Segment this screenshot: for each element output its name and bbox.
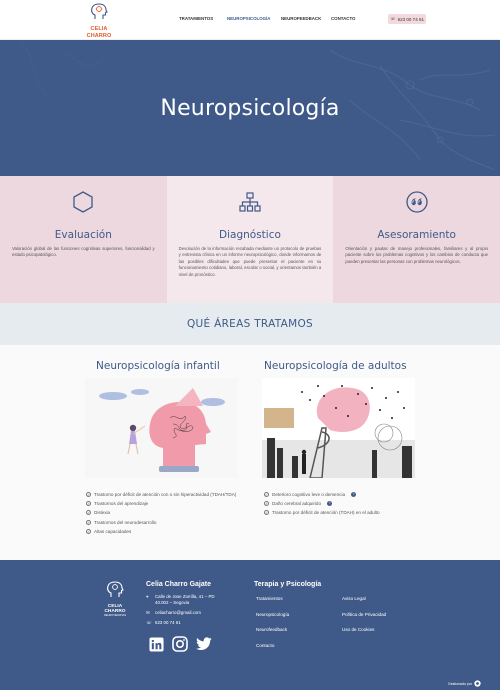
info-icon[interactable]: ? [327,501,333,507]
credit-logo-icon [474,680,481,687]
site-footer: CELIA CHARRO NEUROTERAPIAS Celia Charro … [0,560,500,690]
check-icon: ✓ [264,492,269,497]
infantil-illustration [85,378,238,478]
list-item: ✓ Trastornos del neurodesarrollo [86,519,157,525]
mail-icon: ✉ [146,610,150,615]
linkedin-icon[interactable] [148,636,164,652]
areas-heading-band: QUÉ ÁREAS TRATAMOS [0,303,500,345]
brain-head-icon [107,581,124,597]
info-icon[interactable]: ? [351,492,357,497]
location-icon: ⌖ [146,594,149,599]
infantil-title: Neuropsicología infantil [96,360,220,372]
service-evaluacion: Evaluación Valoración global de las func… [0,176,167,303]
list-item: ✓ Deterioro cognitivo leve o demencia? [264,492,357,497]
footer-section-title: Terapia y Psicología [254,581,322,588]
site-header: CELIA CHARRO NEUROTERAPIAS TRATAMIENTOS … [0,0,500,43]
service-asesoramiento: Asesoramiento Orientación y pautas de ma… [333,176,500,303]
list-item: ✓ Altas capacidades [86,528,132,534]
service-text: Valoración global de las funciones cogni… [12,246,155,258]
service-text: Devolución de la información recabada me… [178,246,322,277]
check-icon: ✓ [86,492,91,497]
list-item: ✓ Daño cerebral adquirido? [264,501,333,507]
footer-credit-badge[interactable]: Gestionado por [448,680,481,687]
footer-link-neurofeedback[interactable]: Neurofeedback [256,627,289,632]
infantil-list: ✓ Trastorno por déficit de atención con o… [86,492,256,538]
footer-address: ⌖ Calle de Jose Zorrilla, 41 – PD 40.002 –… [146,594,215,605]
check-icon: ✓ [86,501,91,507]
service-title: Diagnóstico [219,229,281,241]
footer-name: Celia Charro Gajate [146,581,211,588]
twitter-icon[interactable] [196,636,212,652]
phone-icon: ☏ [390,16,396,21]
brain-head-icon [91,3,108,19]
instagram-icon[interactable] [172,636,188,652]
services-section: Evaluación Valoración global de las func… [0,176,500,303]
footer-links-col1: Tratamientos Neuropsicología Neurofeedba… [256,596,289,658]
nav-contacto[interactable]: CONTACTO [331,16,355,21]
footer-link-tratamientos[interactable]: Tratamientos [256,596,289,601]
social-links [148,636,212,652]
service-title: Asesoramiento [377,229,456,241]
check-icon: ✓ [264,510,269,516]
footer-logo[interactable]: CELIA CHARRO NEUROTERAPIAS [99,581,131,617]
hexagon-icon [73,191,93,213]
adultos-list: ✓ Deterioro cognitivo leve o demencia? ✓ D… [264,492,434,520]
hero-banner: Neuropsicología [0,40,500,176]
quote-icon [405,191,428,213]
nav-neuropsicologia[interactable]: NEUROPSICOLOGÍA [227,16,270,21]
footer-phone[interactable]: ☏ 623 00 74 61 [146,620,215,626]
nav-tratamientos[interactable]: TRATAMIENTOS [179,16,213,21]
areas-section: Neuropsicología infantil Neuropsicología… [0,345,500,560]
check-icon: ✓ [86,510,91,516]
check-icon: ✓ [264,501,269,507]
check-icon: ✓ [86,519,91,525]
check-icon: ✓ [86,528,91,534]
footer-links-col2: Aviso Legal Política de Privacidad Uso d… [342,596,386,643]
service-title: Evaluación [54,229,112,241]
footer-logo-subtitle: NEUROTERAPIAS [103,614,127,617]
footer-link-neuropsicologia[interactable]: Neuropsicología [256,612,289,617]
areas-title: QUÉ ÁREAS TRATAMOS [186,318,314,330]
list-item: ✓ Dislexia [86,510,111,516]
footer-link-contacto[interactable]: Contacto [256,643,289,648]
page-title: Neuropsicología [160,96,340,121]
list-item: ✓ Trastorno por déficit de atención con o… [86,492,237,497]
nav-neurofeedback[interactable]: NEUROFEEDBACK [281,16,321,21]
footer-email[interactable]: ✉ celiacharro@gmail.com [146,610,215,616]
phone-icon: ☏ [146,620,152,625]
footer-link-aviso-legal[interactable]: Aviso Legal [342,596,386,601]
footer-logo-name: CELIA CHARRO [104,604,126,614]
logo[interactable]: CELIA CHARRO NEUROTERAPIAS [78,3,120,43]
list-item: ✓ Trastorno por déficit de atención (TDAH… [264,510,380,516]
phone-number: 623 00 74 61 [397,16,424,22]
phone-button[interactable]: ☏ 623 00 74 61 [388,14,426,24]
service-diagnostico: Diagnóstico Devolución de la información… [166,176,334,303]
list-item: ✓ Trastornos del aprendizaje [86,501,149,507]
adultos-title: Neuropsicología de adultos [264,360,407,372]
footer-contact: ⌖ Calle de Jose Zorrilla, 41 – PD 40.002 –… [146,594,215,630]
footer-link-cookies[interactable]: Uso de Cookies [342,627,386,632]
network-icon [239,192,261,212]
logo-name: CELIA CHARRO [86,26,112,39]
footer-link-privacidad[interactable]: Política de Privacidad [342,612,386,617]
service-text: Orientación y pautas de manejo profesion… [345,246,488,264]
adultos-illustration [262,378,415,478]
